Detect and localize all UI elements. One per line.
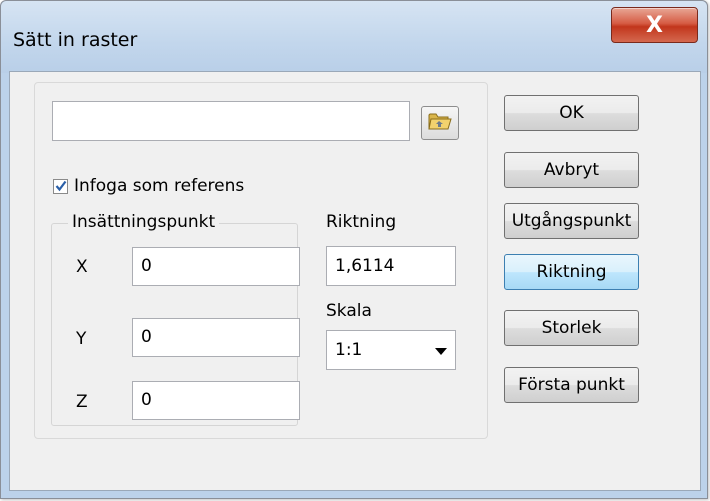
direction-button[interactable]: Riktning (504, 254, 639, 290)
checkmark-icon (55, 180, 66, 192)
scale-select[interactable]: 1:1 (326, 330, 456, 370)
title-bar[interactable]: Sätt in raster X (1, 1, 707, 73)
reference-checkbox-row[interactable]: Infoga som referens (53, 176, 244, 196)
x-input[interactable]: 0 (132, 247, 300, 286)
x-label: X (76, 257, 88, 277)
reference-checkbox-label: Infoga som referens (74, 176, 245, 196)
direction-label: Riktning (326, 212, 397, 232)
ok-button[interactable]: OK (504, 95, 639, 131)
window-title: Sätt in raster (13, 29, 138, 51)
y-input[interactable]: 0 (132, 318, 300, 357)
dialog-body: Infoga som referens Insättningspunkt X 0… (9, 71, 701, 491)
y-label: Y (76, 329, 87, 349)
dialog-window: Sätt in raster X Infoga som referens Ins… (0, 0, 708, 499)
first-point-button[interactable]: Första punkt (504, 367, 639, 403)
insertion-point-legend: Insättningspunkt (68, 212, 220, 232)
file-path-input[interactable] (52, 101, 410, 141)
scale-selected-value: 1:1 (335, 340, 363, 360)
size-button[interactable]: Storlek (504, 310, 639, 346)
browse-button[interactable] (421, 106, 459, 140)
z-label: Z (76, 392, 88, 412)
direction-input[interactable]: 1,6114 (326, 246, 456, 286)
chevron-down-icon (435, 348, 447, 355)
scale-label: Skala (326, 301, 372, 321)
folder-icon (428, 111, 452, 136)
settings-panel: Infoga som referens Insättningspunkt X 0… (34, 82, 488, 439)
cancel-button[interactable]: Avbryt (504, 152, 639, 188)
origin-button[interactable]: Utgångspunkt (504, 203, 639, 239)
close-button[interactable]: X (611, 7, 698, 43)
close-icon: X (646, 12, 663, 38)
reference-checkbox[interactable] (53, 178, 68, 194)
insertion-point-group: Insättningspunkt X 0 Y 0 Z 0 (51, 212, 300, 426)
z-input[interactable]: 0 (132, 381, 300, 420)
